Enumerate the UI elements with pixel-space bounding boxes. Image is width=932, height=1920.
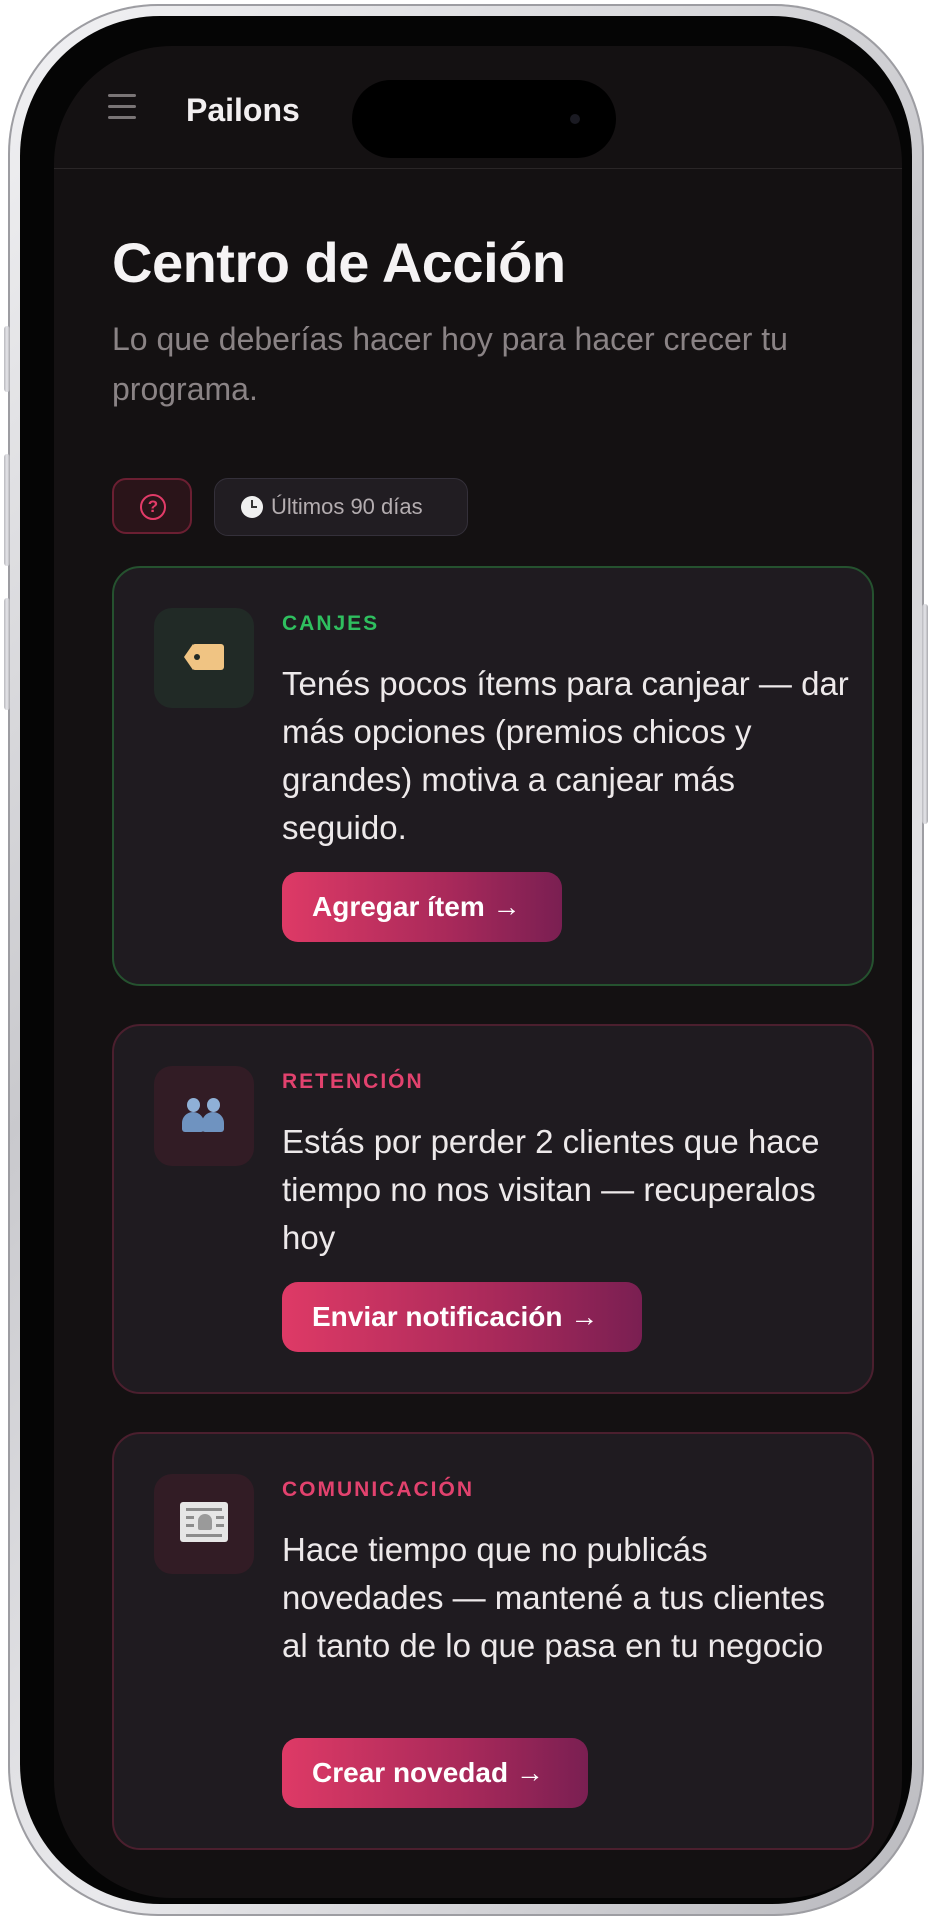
help-button[interactable]: ?	[112, 478, 192, 534]
card-message: Hace tiempo que no publicás novedades — …	[282, 1531, 826, 1664]
action-card-canjes: CANJES Tenés pocos ítems para canjear — …	[112, 566, 874, 986]
create-news-button[interactable]: Crear novedad →	[282, 1738, 588, 1808]
card-message: Tenés pocos ítems para canjear — dar más…	[282, 665, 849, 846]
power-button	[922, 604, 928, 824]
clock-icon	[241, 496, 263, 518]
card-icon-container	[154, 608, 254, 708]
app-brand: Pailons	[186, 92, 300, 128]
card-icon-container	[154, 1474, 254, 1574]
hamburger-menu-icon[interactable]	[108, 94, 138, 120]
volume-down-button	[4, 598, 10, 710]
card-message: Estás por perder 2 clientes que hace tie…	[282, 1123, 820, 1256]
card-category: RETENCIÓN	[282, 1070, 424, 1093]
volume-up-button	[4, 454, 10, 566]
page-subtitle: Lo que deberías hacer hoy para hacer cre…	[112, 321, 788, 407]
card-icon-container	[154, 1066, 254, 1166]
card-category: COMUNICACIÓN	[282, 1478, 474, 1501]
action-button	[4, 326, 10, 392]
period-filter-button[interactable]: Últimos 90 días	[214, 478, 468, 536]
people-icon	[182, 1098, 226, 1134]
dynamic-island	[352, 80, 616, 158]
period-filter-label: Últimos 90 días	[271, 494, 423, 519]
newspaper-icon	[180, 1502, 228, 1542]
phone-frame: Pailons Centro de Acción Lo que deberías…	[4, 4, 928, 1916]
app-screen: Pailons Centro de Acción Lo que deberías…	[54, 46, 902, 1898]
action-card-retencion: RETENCIÓN Estás por perder 2 clientes qu…	[112, 1024, 874, 1394]
page-title: Centro de Acción	[112, 231, 566, 294]
question-circle-icon: ?	[140, 494, 166, 520]
card-category: CANJES	[282, 612, 380, 635]
send-notification-button[interactable]: Enviar notificación →	[282, 1282, 642, 1352]
action-card-comunicacion: COMUNICACIÓN Hace tiempo que no publicás…	[112, 1432, 874, 1850]
phone-bezel: Pailons Centro de Acción Lo que deberías…	[20, 16, 912, 1904]
tag-icon	[184, 644, 224, 670]
add-item-button[interactable]: Agregar ítem →	[282, 872, 562, 942]
